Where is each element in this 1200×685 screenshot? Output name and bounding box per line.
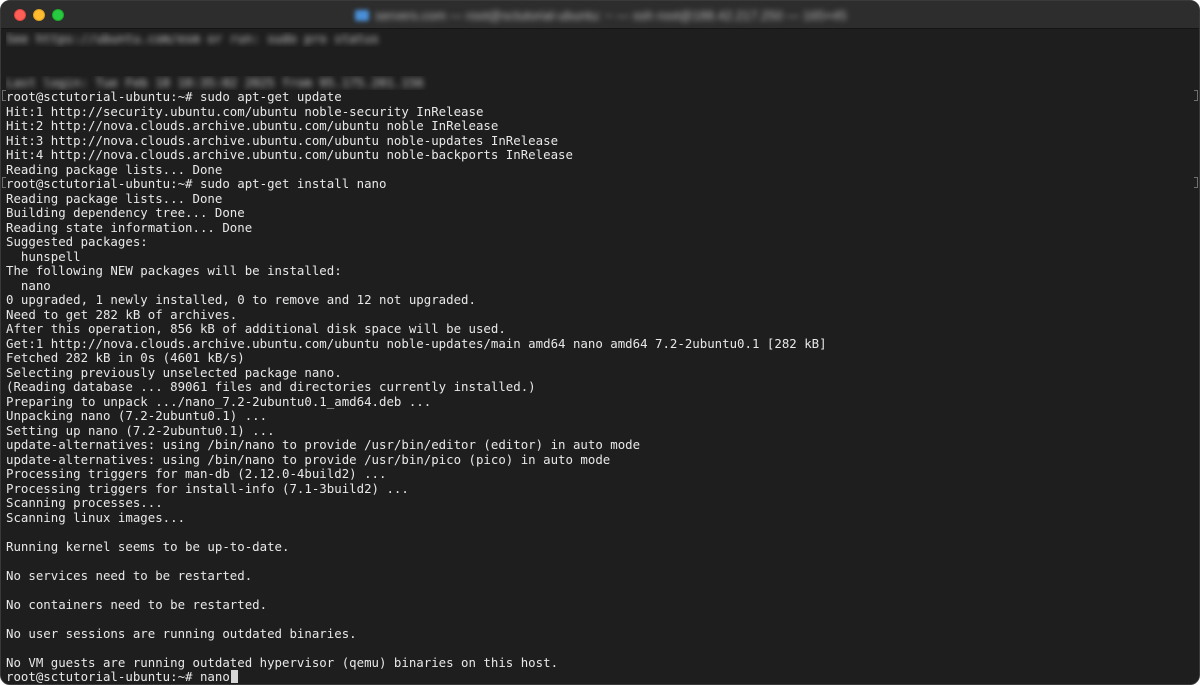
terminal-line: Fetched 282 kB in 0s (4601 kB/s) xyxy=(6,351,245,365)
terminal-line: Preparing to unpack .../nano_7.2-2ubuntu… xyxy=(6,394,432,409)
terminal-line: Processing triggers for man-db (2.12.0-4… xyxy=(6,467,387,481)
terminal-command-line: root@sctutorial-ubuntu:~# sudo apt-get i… xyxy=(6,177,387,191)
terminal-line: nano xyxy=(6,278,51,293)
terminal-command-line: root@sctutorial-ubuntu:~# sudo apt-get u… xyxy=(6,90,342,104)
terminal-line: No containers need to be restarted. xyxy=(6,597,268,612)
terminal-line: Suggested packages: xyxy=(6,235,148,249)
folder-icon xyxy=(355,9,370,21)
command-input[interactable]: nano xyxy=(200,670,230,684)
window-title-group: servers.com — root@sctutorial-ubuntu: ~ … xyxy=(1,1,1199,29)
command-mark-left xyxy=(2,177,6,188)
window-title: servers.com — root@sctutorial-ubuntu: ~ … xyxy=(375,7,847,23)
terminal-line: Reading state information... Done xyxy=(6,220,253,235)
text-cursor xyxy=(230,670,238,683)
terminal-line: Running kernel seems to be up-to-date. xyxy=(6,539,290,554)
command-mark-left xyxy=(2,90,6,101)
command-mark-right xyxy=(1194,177,1198,188)
terminal-line: See https://ubuntu.com/esm or run: sudo … xyxy=(6,32,379,46)
terminal-line: Setting up nano (7.2-2ubuntu0.1) ... xyxy=(6,423,275,438)
terminal-line: Reading package lists... Done xyxy=(6,191,223,206)
prompt: root@sctutorial-ubuntu:~# xyxy=(6,670,200,684)
terminal-line: 0 upgraded, 1 newly installed, 0 to remo… xyxy=(6,293,476,307)
terminal-line: Scanning linux images... xyxy=(6,510,186,525)
terminal-line: Hit:2 http://nova.clouds.archive.ubuntu.… xyxy=(6,119,499,133)
terminal-line: Selecting previously unselected package … xyxy=(6,365,342,380)
title-bar[interactable]: servers.com — root@sctutorial-ubuntu: ~ … xyxy=(1,1,1199,29)
terminal-window: servers.com — root@sctutorial-ubuntu: ~ … xyxy=(0,0,1200,685)
terminal-line: Scanning processes... xyxy=(6,496,163,510)
terminal-line: update-alternatives: using /bin/nano to … xyxy=(6,438,641,452)
terminal-output[interactable]: See https://ubuntu.com/esm or run: sudo … xyxy=(1,29,1199,684)
terminal-line: Unpacking nano (7.2-2ubuntu0.1) ... xyxy=(6,409,268,423)
command-mark-right xyxy=(1194,90,1198,101)
terminal-line: update-alternatives: using /bin/nano to … xyxy=(6,452,611,467)
terminal-line: Get:1 http://nova.clouds.archive.ubuntu.… xyxy=(6,336,827,351)
terminal-line: No services need to be restarted. xyxy=(6,568,253,583)
terminal-line: (Reading database ... 89061 files and di… xyxy=(6,380,536,394)
terminal-line: No user sessions are running outdated bi… xyxy=(6,626,357,641)
terminal-line: Processing triggers for install-info (7.… xyxy=(6,481,409,496)
terminal-prompt-line[interactable]: root@sctutorial-ubuntu:~# nano xyxy=(6,670,1199,684)
terminal-line: Building dependency tree... Done xyxy=(6,206,245,220)
terminal-line: Reading package lists... Done xyxy=(6,162,223,177)
terminal-line: Hit:1 http://security.ubuntu.com/ubuntu … xyxy=(6,104,484,119)
terminal-line: Hit:4 http://nova.clouds.archive.ubuntu.… xyxy=(6,148,573,162)
terminal-line: Need to get 282 kB of archives. xyxy=(6,307,238,322)
terminal-line: After this operation, 856 kB of addition… xyxy=(6,322,506,336)
terminal-line: The following NEW packages will be insta… xyxy=(6,264,342,278)
terminal-line: No VM guests are running outdated hyperv… xyxy=(6,655,559,670)
terminal-line: Hit:3 http://nova.clouds.archive.ubuntu.… xyxy=(6,133,559,148)
terminal-line: hunspell xyxy=(6,249,81,264)
terminal-line: Last login: Tue Feb 18 10:35:02 2025 fro… xyxy=(6,75,424,90)
